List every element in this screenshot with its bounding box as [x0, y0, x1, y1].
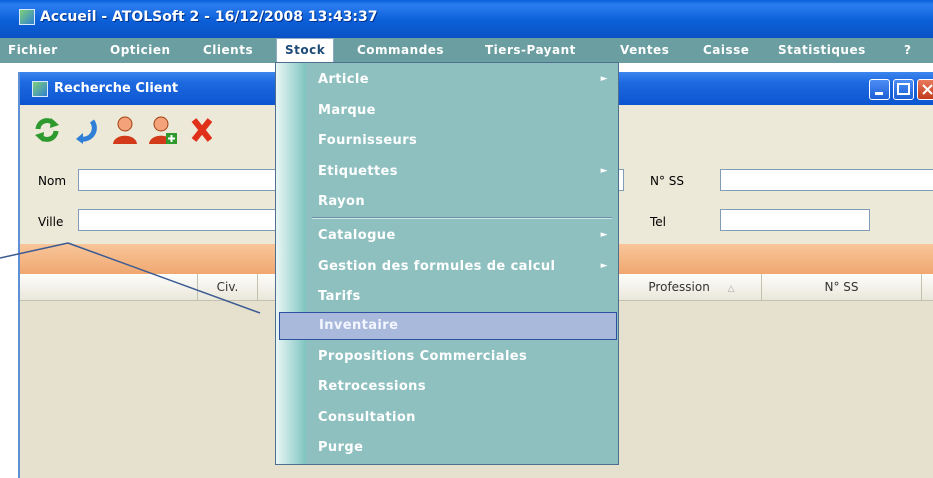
- delete-icon[interactable]: [190, 115, 212, 145]
- menu-item-label: Consultation: [318, 410, 416, 425]
- column-header-civ[interactable]: Civ.: [198, 274, 258, 301]
- menu-item-label: Fournisseurs: [318, 133, 418, 148]
- submenu-arrow-icon: ►: [600, 230, 608, 240]
- menu-item-catalogue[interactable]: Catalogue ►: [306, 222, 618, 249]
- menu-item-label: Purge: [318, 440, 364, 455]
- app-icon: [19, 9, 35, 25]
- menu-item-etiquettes[interactable]: Etiquettes ►: [306, 158, 618, 185]
- nss-input[interactable]: [720, 169, 933, 191]
- menu-separator: [312, 217, 612, 219]
- menu-item-fournisseurs[interactable]: Fournisseurs: [306, 127, 618, 154]
- profession-label: Profession: [648, 280, 710, 294]
- menu-opticien[interactable]: Opticien: [110, 38, 171, 63]
- menu-clients[interactable]: Clients: [203, 38, 253, 63]
- menu-item-label: Rayon: [318, 194, 366, 209]
- menu-item-label: Inventaire: [319, 318, 399, 333]
- menu-item-propositions-commerciales[interactable]: Propositions Commerciales: [306, 343, 618, 370]
- close-button[interactable]: [917, 79, 933, 100]
- submenu-arrow-icon: ►: [600, 261, 608, 271]
- menu-item-label: Gestion des formules de calcul: [318, 259, 556, 274]
- user-icon[interactable]: [110, 115, 140, 145]
- menu-item-inventaire[interactable]: Inventaire: [279, 312, 617, 340]
- menu-item-article[interactable]: Article ►: [306, 66, 618, 93]
- menu-item-tarifs[interactable]: Tarifs: [306, 283, 618, 310]
- menu-side-stripe: [276, 63, 306, 464]
- nom-input[interactable]: [78, 169, 278, 191]
- maximize-button[interactable]: [893, 79, 914, 100]
- refresh-icon[interactable]: [32, 115, 62, 145]
- menu-item-label: Propositions Commerciales: [318, 349, 528, 364]
- nom-label: Nom: [38, 174, 67, 188]
- app-title-bar: Accueil - ATOLSoft 2 - 16/12/2008 13:43:…: [0, 0, 933, 38]
- menu-item-label: Retrocessions: [318, 379, 426, 394]
- tel-input[interactable]: [720, 209, 870, 231]
- menu-item-consultation[interactable]: Consultation: [306, 404, 618, 431]
- ville-input[interactable]: [78, 209, 278, 231]
- child-window-title: Recherche Client: [54, 81, 179, 96]
- window-icon: [32, 81, 48, 97]
- close-icon: [922, 84, 933, 95]
- tel-label: Tel: [650, 215, 667, 229]
- menu-item-rayon[interactable]: Rayon: [306, 188, 618, 215]
- app-title: Accueil - ATOLSoft 2 - 16/12/2008 13:43:…: [40, 9, 378, 25]
- menu-item-label: Etiquettes: [318, 164, 398, 179]
- minimize-icon: [875, 92, 883, 95]
- menu-commandes[interactable]: Commandes: [357, 38, 444, 63]
- menu-tiers-payant[interactable]: Tiers-Payant: [485, 38, 576, 63]
- menu-item-gestion-formules[interactable]: Gestion des formules de calcul ►: [306, 253, 618, 280]
- menu-item-label: Marque: [318, 103, 376, 118]
- menu-item-label: Tarifs: [318, 289, 361, 304]
- ville-label: Ville: [38, 215, 64, 229]
- nss-label: N° SS: [650, 174, 685, 188]
- menu-item-purge[interactable]: Purge: [306, 434, 618, 461]
- menu-help[interactable]: ?: [904, 38, 911, 63]
- column-header[interactable]: [20, 274, 198, 301]
- menu-item-label: Catalogue: [318, 228, 396, 243]
- column-header-profession[interactable]: Profession △: [622, 274, 762, 301]
- menu-item-retrocessions[interactable]: Retrocessions: [306, 373, 618, 400]
- menu-fichier[interactable]: Fichier: [8, 38, 58, 63]
- submenu-arrow-icon: ►: [600, 74, 608, 84]
- menu-item-label: Article: [318, 72, 369, 87]
- sort-icon: △: [727, 284, 735, 294]
- maximize-icon: [897, 83, 910, 95]
- menu-caisse[interactable]: Caisse: [703, 38, 749, 63]
- menu-stock[interactable]: Stock: [276, 38, 335, 63]
- menu-item-marque[interactable]: Marque: [306, 97, 618, 124]
- minimize-button[interactable]: [869, 79, 890, 100]
- stock-dropdown-menu: Article ► Marque Fournisseurs Etiquettes…: [275, 62, 619, 465]
- menu-statistiques[interactable]: Statistiques: [778, 38, 866, 63]
- add-user-icon[interactable]: [148, 115, 178, 145]
- menu-ventes[interactable]: Ventes: [620, 38, 669, 63]
- submenu-arrow-icon: ►: [600, 166, 608, 176]
- undo-icon[interactable]: [70, 115, 100, 145]
- column-header-nss[interactable]: N° SS: [762, 274, 922, 301]
- menu-bar: Fichier Opticien Clients Stock Commandes…: [0, 38, 933, 63]
